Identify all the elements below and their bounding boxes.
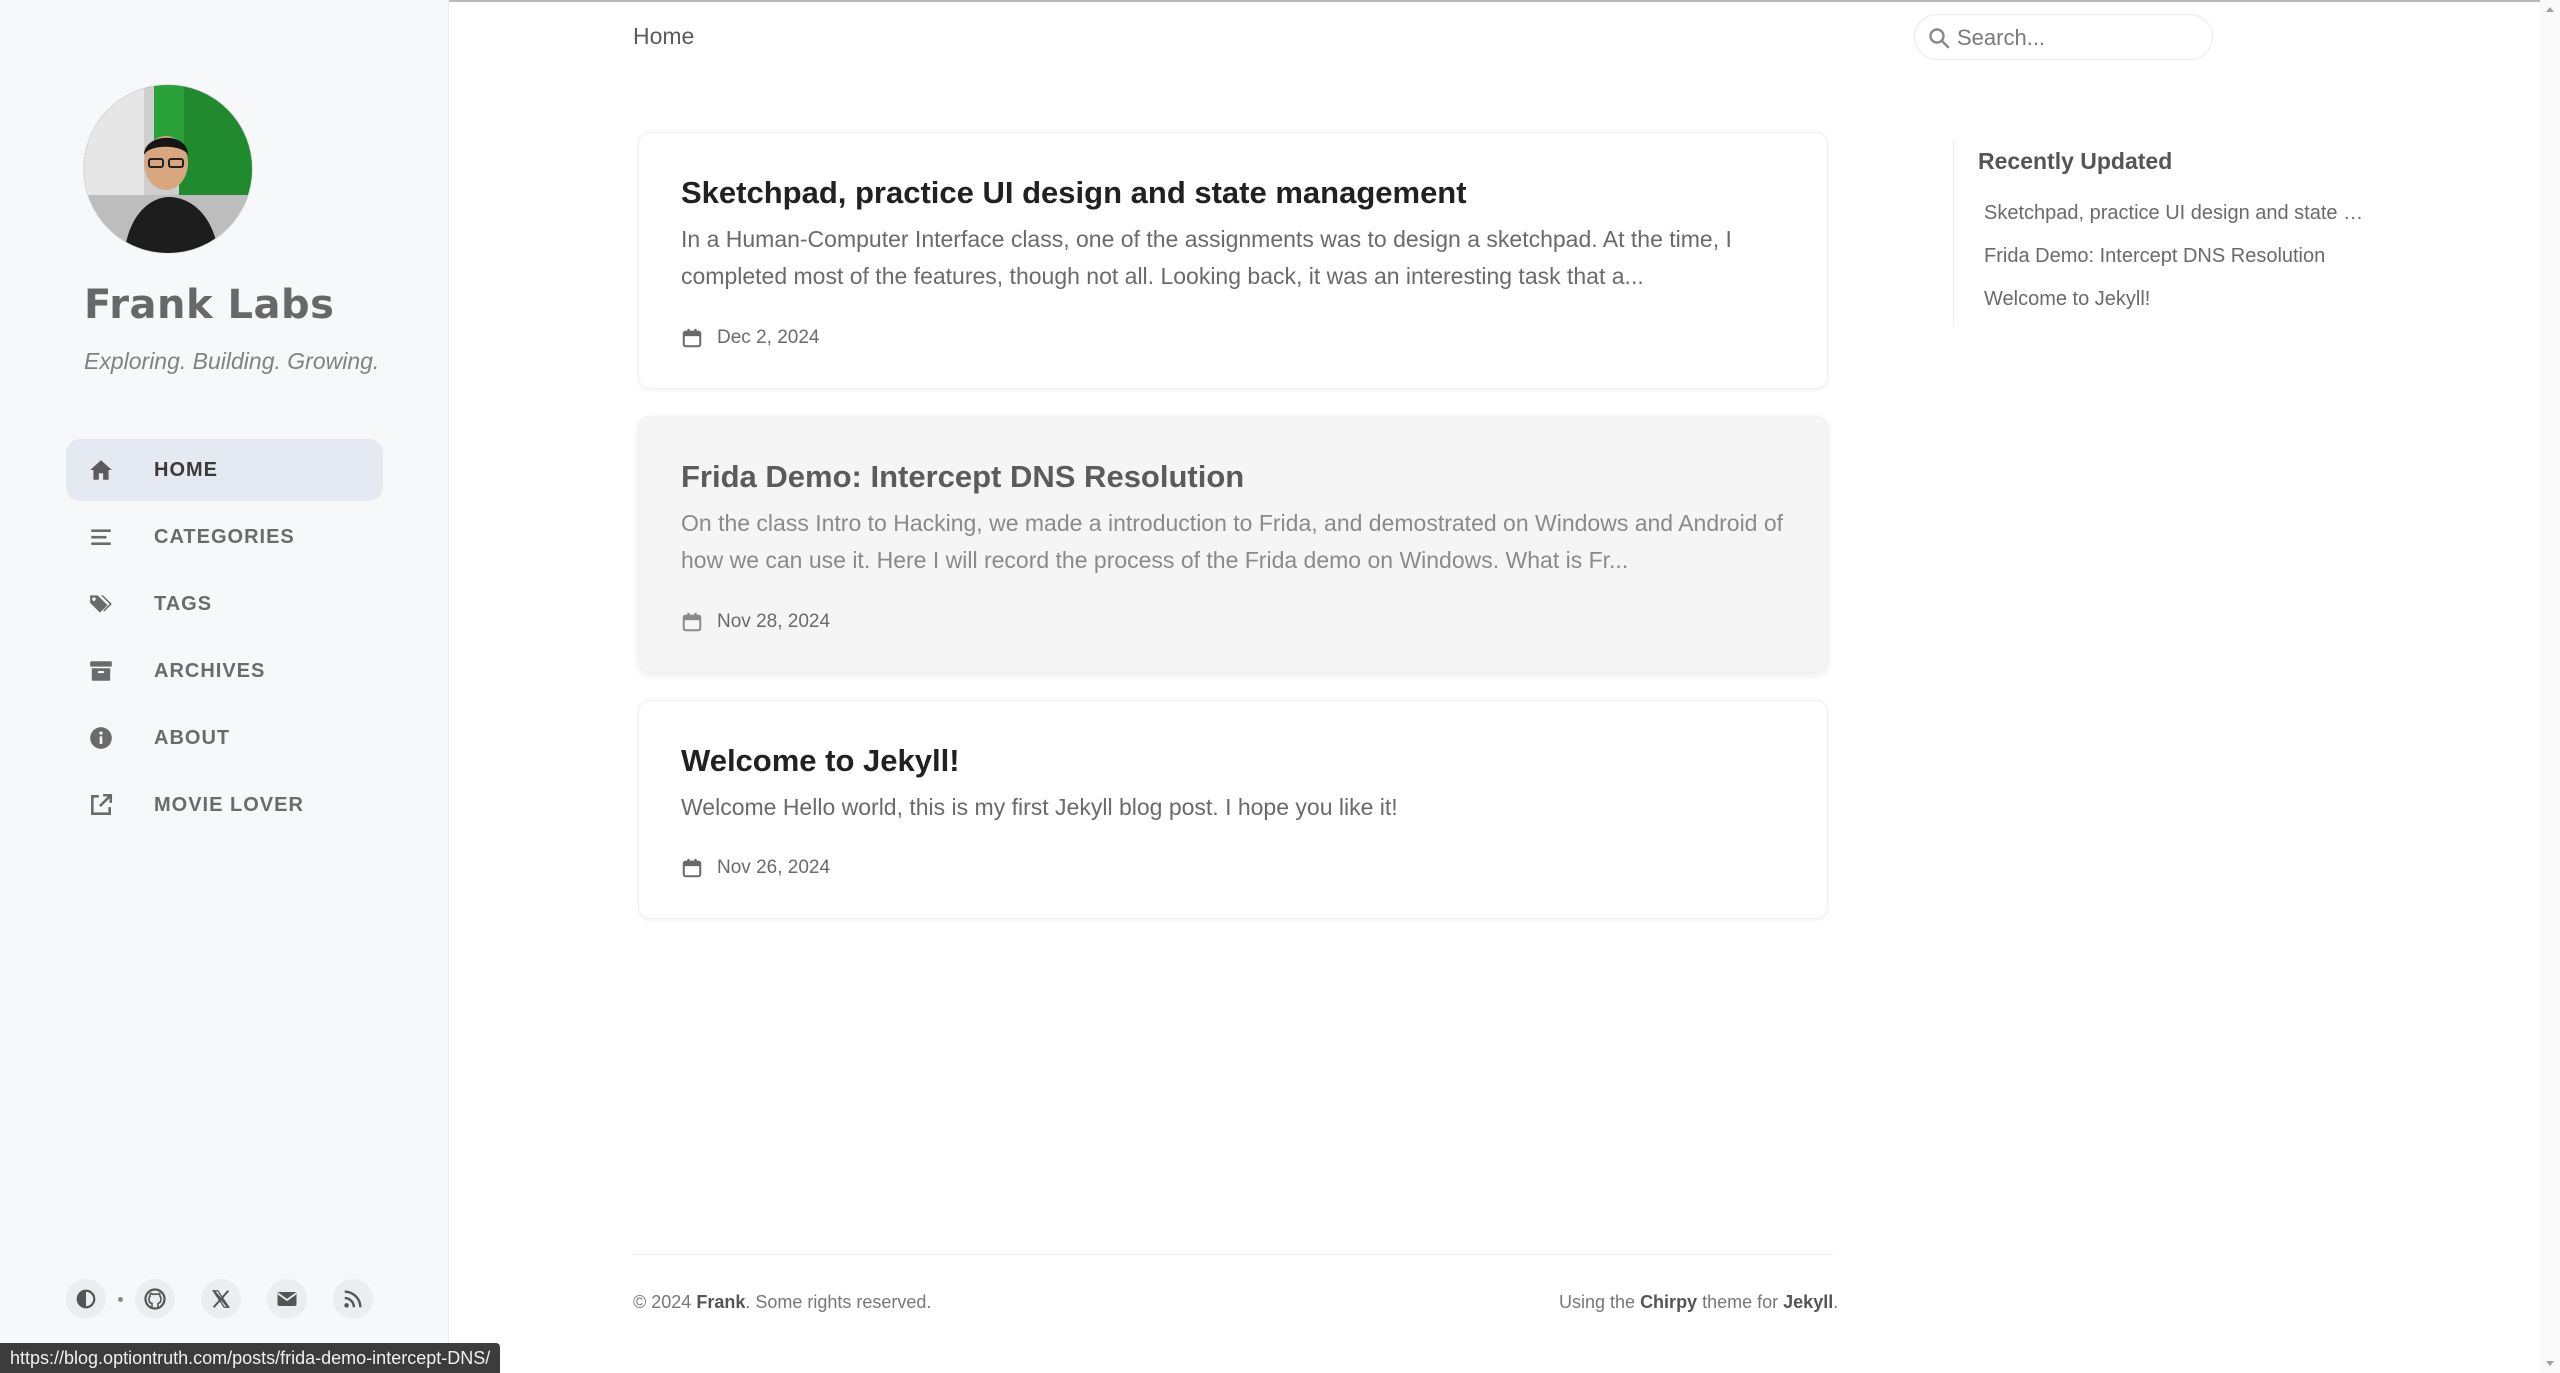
post-excerpt: Welcome Hello world, this is my first Je… xyxy=(681,794,1398,820)
calendar-icon xyxy=(682,612,702,632)
archive-icon xyxy=(90,661,112,681)
nav-label-tags: TAGS xyxy=(154,592,213,615)
theme-toggle-button[interactable] xyxy=(66,1279,106,1319)
nav-item-home[interactable]: HOME xyxy=(66,439,383,501)
post-meta: Dec 2, 2024 xyxy=(681,327,819,349)
period-text: . xyxy=(1833,1292,1839,1312)
info-circle-icon xyxy=(90,727,112,749)
post-title[interactable]: Welcome to Jekyll! xyxy=(681,743,960,779)
footer-copyright: © 2024 Frank. Some rights reserved. xyxy=(633,1292,931,1313)
post-date: Dec 2, 2024 xyxy=(717,327,820,348)
sidebar: Frank Labs Exploring. Building. Growing.… xyxy=(0,0,449,1373)
nav-label-archives: ARCHIVES xyxy=(154,659,266,682)
external-link-icon xyxy=(91,793,113,815)
email-button[interactable] xyxy=(267,1279,307,1319)
rights-text: . Some rights reserved. xyxy=(745,1292,932,1312)
post-card[interactable]: Welcome to Jekyll! Welcome Hello world, … xyxy=(638,700,1828,919)
theme-for-text: theme for xyxy=(1702,1292,1779,1312)
post-meta: Nov 26, 2024 xyxy=(681,857,830,879)
nav-label-categories: CATEGORIES xyxy=(154,525,295,548)
theme-link[interactable]: Chirpy xyxy=(1640,1292,1697,1312)
calendar-icon xyxy=(682,328,702,348)
theme-toggle-icon xyxy=(76,1289,96,1309)
stream-icon xyxy=(91,529,111,546)
nav-item-categories[interactable]: CATEGORIES xyxy=(66,506,383,568)
post-excerpt: On the class Intro to Hacking, we made a… xyxy=(681,510,1784,573)
recently-updated-link[interactable]: Sketchpad, practice UI design and state … xyxy=(1984,202,2363,225)
post-title[interactable]: Frida Demo: Intercept DNS Resolution xyxy=(681,459,1244,495)
search-icon xyxy=(1929,28,1950,49)
nav-item-archives[interactable]: ARCHIVES xyxy=(66,640,383,702)
sidebar-bottom-bar xyxy=(66,1279,399,1319)
link-status-url: https://blog.optiontruth.com/posts/frida… xyxy=(0,1343,501,1373)
email-icon xyxy=(277,1292,297,1306)
tags-icon xyxy=(90,595,112,613)
separator-dot xyxy=(118,1296,123,1302)
search-input[interactable] xyxy=(1957,21,2197,55)
x-twitter-icon xyxy=(212,1290,230,1308)
post-date: Nov 26, 2024 xyxy=(717,857,831,878)
calendar-icon xyxy=(682,858,702,878)
avatar-photo xyxy=(84,85,252,253)
github-button[interactable] xyxy=(135,1279,175,1319)
post-card[interactable]: Frida Demo: Intercept DNS Resolution On … xyxy=(638,416,1828,673)
nav-item-movie-lover[interactable]: MOVIE LOVER xyxy=(66,774,383,836)
nav-item-about[interactable]: ABOUT xyxy=(66,707,383,769)
site-title[interactable]: Frank Labs xyxy=(84,282,334,328)
scroll-up-arrow-icon[interactable] xyxy=(2540,0,2560,20)
search-box[interactable] xyxy=(1914,14,2213,60)
recently-updated-heading: Recently Updated xyxy=(1978,148,2173,174)
home-icon xyxy=(90,460,112,480)
engine-link[interactable]: Jekyll xyxy=(1783,1292,1833,1312)
avatar[interactable] xyxy=(83,84,253,254)
x-twitter-button[interactable] xyxy=(201,1279,241,1319)
rss-icon xyxy=(344,1290,362,1308)
nav-item-tags[interactable]: TAGS xyxy=(66,573,383,635)
footer-credits: Using the Chirpy theme for Jekyll. xyxy=(1559,1292,1838,1313)
post-card[interactable]: Sketchpad, practice UI design and state … xyxy=(638,132,1828,389)
vertical-scrollbar[interactable] xyxy=(2540,0,2560,1373)
recently-updated-link[interactable]: Frida Demo: Intercept DNS Resolution xyxy=(1984,245,2325,268)
post-date: Nov 28, 2024 xyxy=(717,611,831,632)
nav-label-about: ABOUT xyxy=(154,726,231,749)
breadcrumb: Home xyxy=(633,23,695,49)
sidebar-nav: HOME CATEGORIES TAGS ARCHIVES ABOUT MOVI… xyxy=(66,439,383,841)
footer-divider xyxy=(633,1254,1833,1255)
recently-updated-link[interactable]: Welcome to Jekyll! xyxy=(1984,288,2150,311)
site-subtitle: Exploring. Building. Growing. xyxy=(84,348,380,374)
scroll-down-arrow-icon[interactable] xyxy=(2540,1353,2560,1373)
nav-label-home: HOME xyxy=(154,458,218,481)
rss-button[interactable] xyxy=(333,1279,373,1319)
nav-label-movie-lover: MOVIE LOVER xyxy=(154,793,304,816)
post-excerpt: In a Human-Computer Interface class, one… xyxy=(681,226,1732,289)
github-icon xyxy=(144,1288,166,1310)
post-title[interactable]: Sketchpad, practice UI design and state … xyxy=(681,175,1467,211)
author-link[interactable]: Frank xyxy=(696,1292,745,1312)
copyright-text: © 2024 xyxy=(633,1292,692,1312)
using-text: Using the xyxy=(1559,1292,1636,1312)
recently-updated-panel: Recently Updated Sketchpad, practice UI … xyxy=(1953,140,2373,326)
post-meta: Nov 28, 2024 xyxy=(681,611,830,633)
